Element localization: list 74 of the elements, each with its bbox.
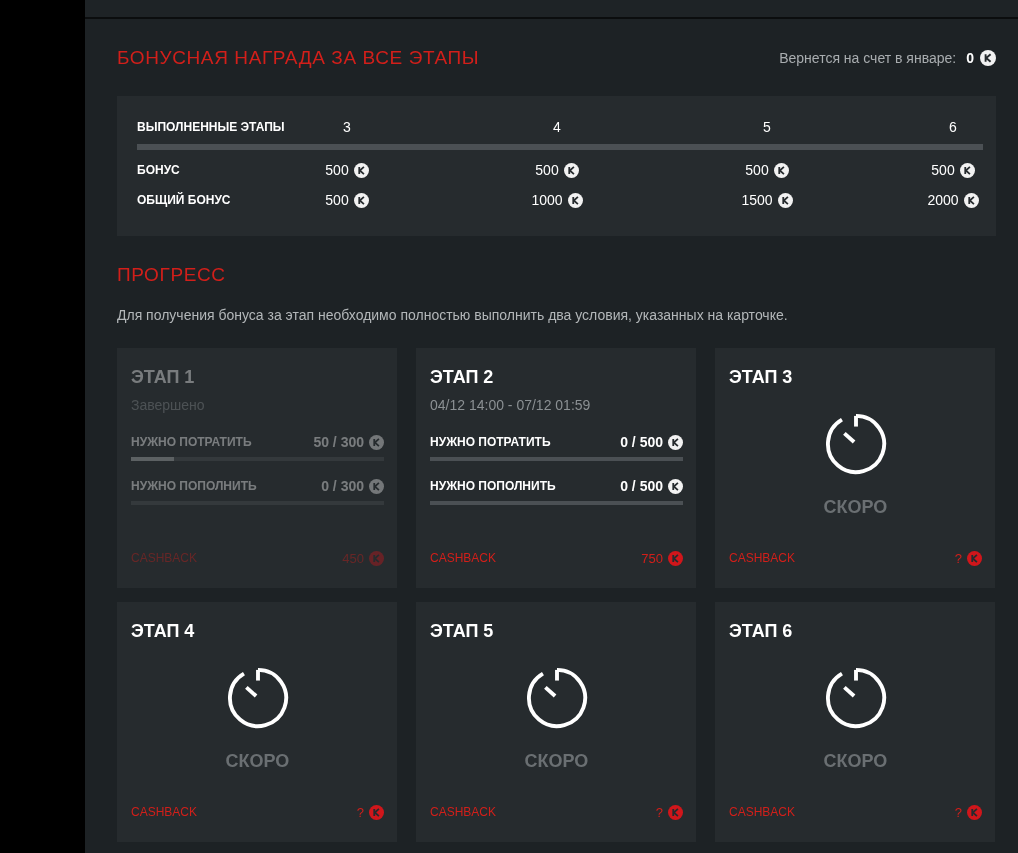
coin-icon	[369, 550, 384, 566]
condition-value: 0 / 500	[620, 478, 663, 494]
cashback-label: CASHBACK	[729, 551, 796, 565]
return-amount: 0	[966, 50, 974, 66]
coin-icon	[563, 162, 579, 178]
row-label: ВЫПОЛНЕННЫЕ ЭТАПЫ	[137, 120, 285, 134]
bonus-amount: 500	[931, 162, 955, 178]
cashback-label: CASHBACK	[131, 805, 198, 819]
bonus-amount: 500	[325, 162, 349, 178]
stage-number: 3	[343, 119, 351, 135]
stage-dates: 04/12 14:00 - 07/12 01:59	[430, 397, 591, 413]
condition-value: 0 / 300	[321, 478, 364, 494]
condition-label: НУЖНО ПОТРАТИТЬ	[430, 435, 551, 449]
stage-title: ЭТАП 5	[430, 620, 494, 642]
cashback-value: ?	[655, 804, 663, 820]
row-label: ОБЩИЙ БОНУС	[137, 193, 231, 207]
return-note-label: Вернется на счет в январе:	[779, 50, 957, 66]
soon-label: СКОРО	[524, 750, 589, 772]
timer-icon	[824, 667, 887, 729]
coin-icon	[668, 550, 683, 566]
soon-label: СКОРО	[823, 496, 888, 518]
coin-icon	[353, 162, 369, 178]
coin-icon	[369, 478, 384, 494]
condition-label: НУЖНО ПОТРАТИТЬ	[131, 435, 252, 449]
cashback-label: CASHBACK	[729, 805, 796, 819]
timer-icon	[525, 667, 588, 729]
coin-icon	[773, 162, 789, 178]
stage-title: ЭТАП 1	[131, 366, 195, 388]
coin-icon	[668, 434, 683, 450]
bonus-amount: 2000	[927, 192, 959, 208]
stage-title: ЭТАП 2	[430, 366, 494, 388]
stage-number: 6	[949, 119, 957, 135]
condition-label: НУЖНО ПОПОЛНИТЬ	[430, 479, 556, 493]
row-label: БОНУС	[137, 163, 180, 177]
stage-title: ЭТАП 4	[131, 620, 195, 642]
coin-icon	[967, 804, 982, 820]
timer-icon	[226, 667, 289, 729]
coin-icon	[567, 192, 583, 208]
coin-icon	[980, 50, 996, 66]
condition-label: НУЖНО ПОПОЛНИТЬ	[131, 479, 257, 493]
cashback-label: CASHBACK	[430, 805, 497, 819]
timer-icon	[824, 413, 887, 475]
condition-value: 0 / 500	[620, 434, 663, 450]
coin-icon	[369, 434, 384, 450]
cashback-label: CASHBACK	[430, 551, 497, 565]
coin-icon	[353, 192, 369, 208]
section-title: ПРОГРЕСС	[117, 263, 227, 287]
cashback-value: 750	[641, 550, 663, 566]
cashback-value: ?	[954, 804, 962, 820]
coin-icon	[369, 804, 384, 820]
condition-value: 50 / 300	[313, 434, 364, 450]
stage-title: ЭТАП 3	[729, 366, 793, 388]
coin-icon	[668, 804, 683, 820]
cashback-value: ?	[356, 804, 364, 820]
stage-number: 4	[553, 119, 561, 135]
cashback-value: 450	[342, 550, 364, 566]
coin-icon	[959, 162, 975, 178]
cashback-value: ?	[954, 550, 962, 566]
coin-icon	[967, 550, 982, 566]
stage-number: 5	[763, 119, 771, 135]
bonus-amount: 500	[745, 162, 769, 178]
stage-title: ЭТАП 6	[729, 620, 793, 642]
bonus-amount: 500	[325, 192, 349, 208]
bonus-amount: 1000	[531, 192, 563, 208]
soon-label: СКОРО	[225, 750, 290, 772]
progress-description: Для получения бонуса за этап необходимо полностью выполнить два условия, указанных на карточке.	[117, 307, 789, 323]
bonus-amount: 500	[535, 162, 559, 178]
coin-icon	[777, 192, 793, 208]
section-title: БОНУСНАЯ НАГРАДА ЗА ВСЕ ЭТАПЫ	[117, 46, 480, 70]
cashback-label: CASHBACK	[131, 551, 198, 565]
coin-icon	[963, 192, 979, 208]
soon-label: СКОРО	[823, 750, 888, 772]
bonus-amount: 1500	[741, 192, 773, 208]
coin-icon	[668, 478, 683, 494]
